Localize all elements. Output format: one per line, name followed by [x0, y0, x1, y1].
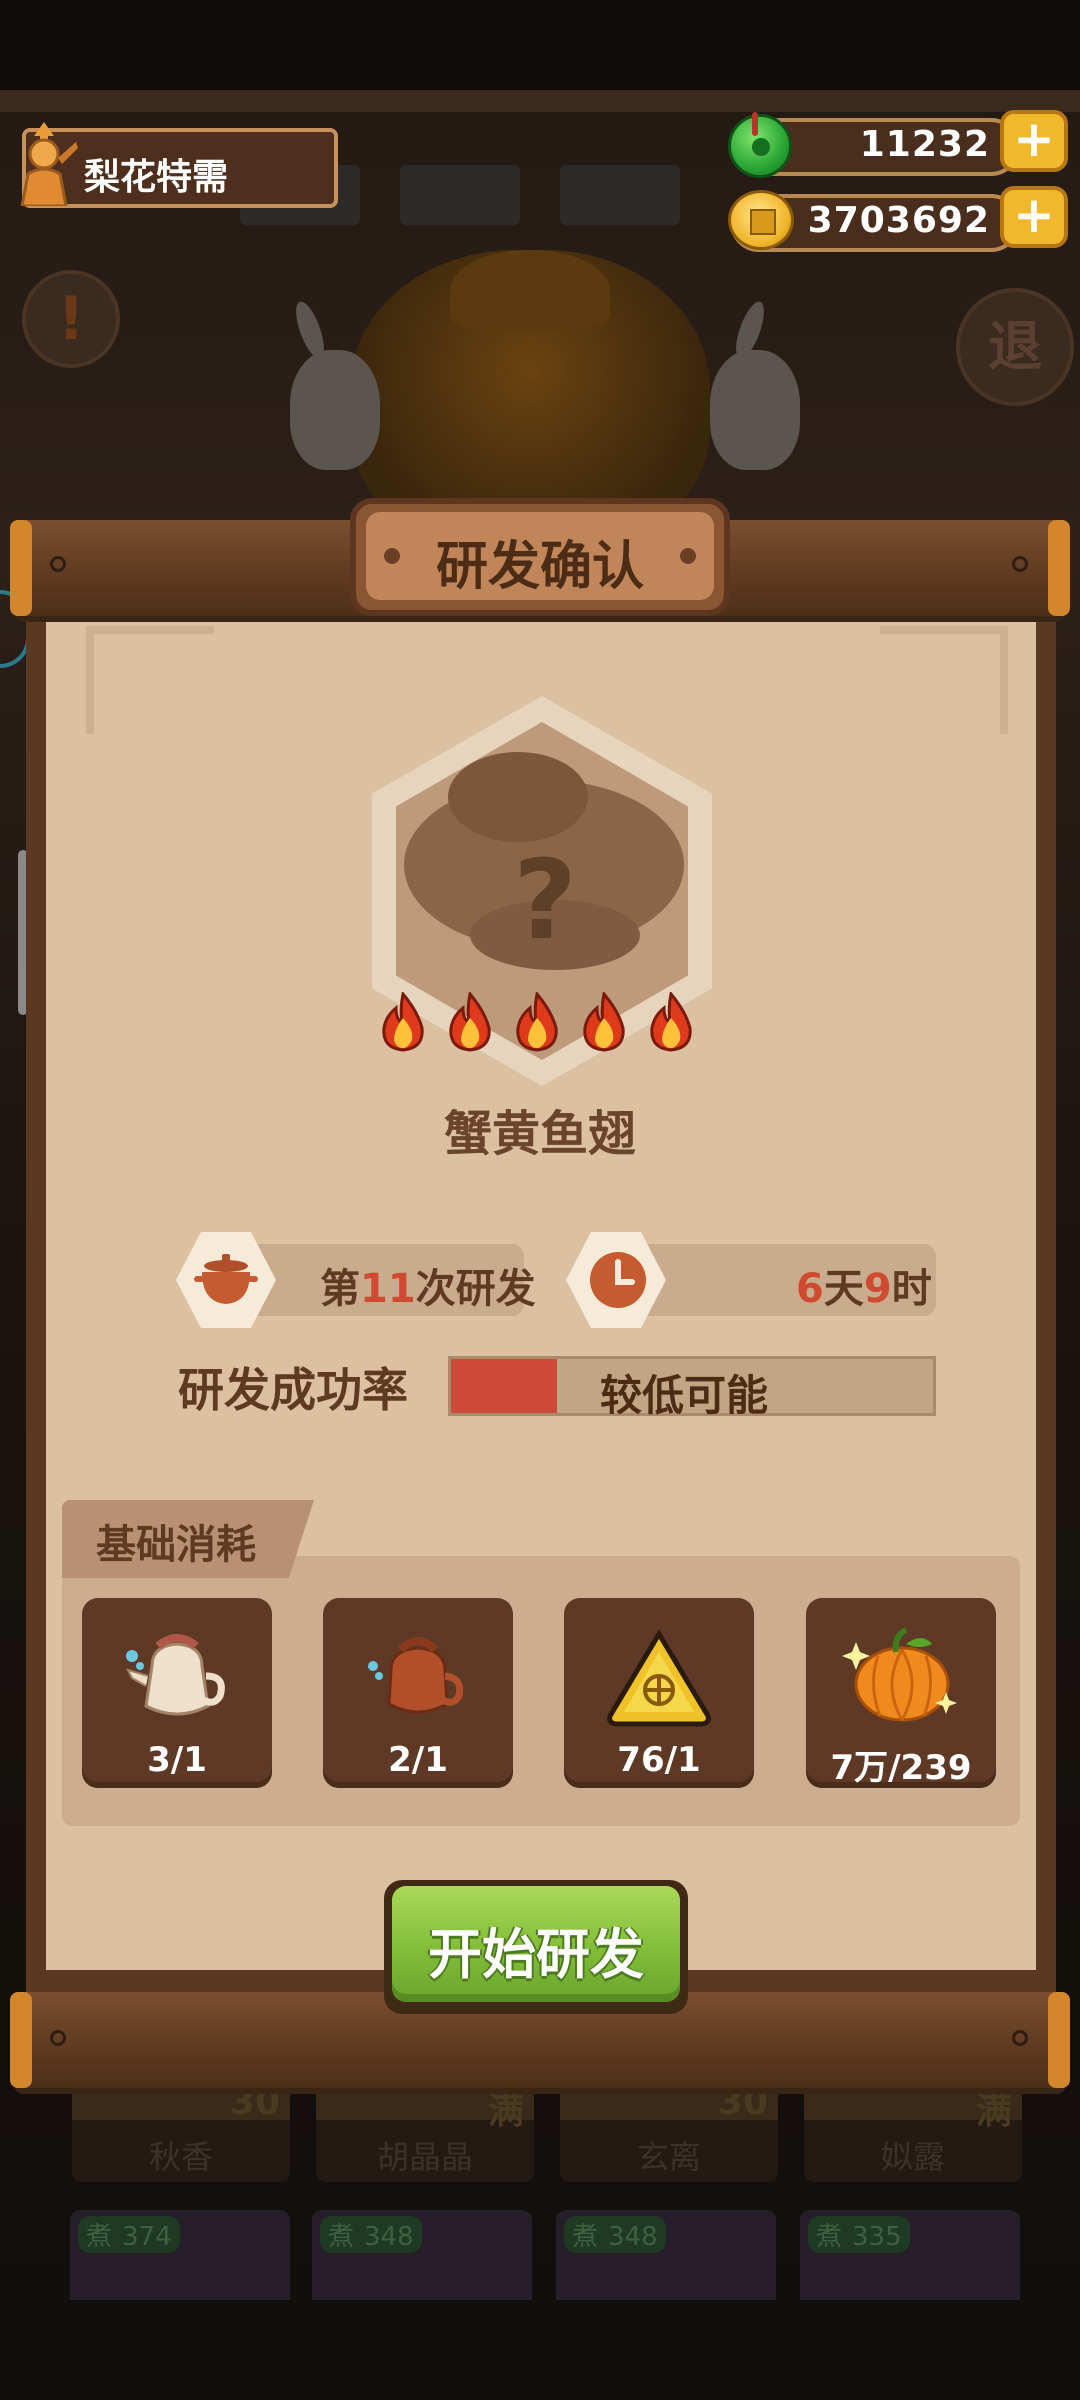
- dish-silhouette-top: [448, 752, 588, 842]
- bg-chef-level: 满: [975, 2091, 1012, 2132]
- dish-name: 蟹黄鱼翅: [443, 1106, 636, 1162]
- retreat-button[interactable]: 退: [956, 288, 1074, 406]
- flame-icon: [449, 992, 491, 1052]
- time-hours-unit: 时: [891, 1266, 932, 1312]
- bg-chef-name: 姒露: [880, 2138, 945, 2176]
- lattice-ornament-right: [880, 626, 1008, 734]
- bg-dish-chip: 煮 374: [78, 2216, 180, 2253]
- bg-dish-card[interactable]: 煮 335: [800, 2210, 1020, 2300]
- gold-triangle-token-icon: [607, 1629, 711, 1727]
- alert-button[interactable]: !: [22, 270, 120, 368]
- bg-dish-tag: 煮: [572, 2222, 599, 2252]
- rod-cap-right: [1048, 1992, 1070, 2088]
- success-rate-fill: [451, 1359, 557, 1413]
- bg-chef-level: 30: [229, 2082, 280, 2123]
- bg-pot-lid: [450, 250, 610, 330]
- rod-cap-left: [10, 1992, 32, 2088]
- success-rate-text: 较低可能: [600, 1371, 769, 1420]
- jade-hole: [752, 138, 770, 156]
- chef-trophy-icon: [20, 122, 78, 206]
- lattice-ornament-left: [86, 626, 214, 734]
- jade-string: [752, 112, 758, 136]
- bg-chef-name: 胡晶晶: [376, 2138, 473, 2176]
- bg-rabbit-left: [290, 350, 380, 470]
- cost-item[interactable]: 76/1: [564, 1598, 754, 1788]
- alert-icon: !: [57, 284, 85, 354]
- cost-qty: 7万/239: [830, 1748, 972, 1788]
- cost-title: 基础消耗: [96, 1522, 256, 1568]
- bg-dish-card[interactable]: 煮 374: [70, 2210, 290, 2300]
- cost-qty: 2/1: [388, 1740, 448, 1780]
- bg-dish-value: 374: [122, 2222, 172, 2252]
- bg-dish-value: 335: [852, 2222, 902, 2252]
- rod-nail: [1012, 556, 1028, 572]
- cost-item[interactable]: 7万/239: [806, 1598, 996, 1788]
- attempt-prefix: 第: [320, 1266, 360, 1312]
- cost-item[interactable]: 3/1: [82, 1598, 272, 1788]
- scene-roof-stripe: [0, 90, 1080, 112]
- bg-chef-level: 满: [487, 2091, 524, 2132]
- bg-dish-chip: 煮 348: [564, 2216, 666, 2253]
- bg-window: [560, 165, 680, 225]
- time-days: 6: [796, 1266, 824, 1312]
- clock-icon: [590, 1252, 646, 1308]
- bg-dish-chip: 煮 335: [808, 2216, 910, 2253]
- start-research-label: 开始研发: [428, 1923, 644, 1986]
- attempt-number: 11: [360, 1266, 416, 1312]
- flame-icon: [516, 992, 558, 1052]
- rod-cap-right: [1048, 520, 1070, 616]
- flame-icon: [583, 992, 625, 1052]
- success-rate-label: 研发成功率: [178, 1363, 408, 1417]
- bg-chef-card[interactable]: 30 秋香: [72, 2082, 290, 2182]
- rod-nail: [50, 2030, 66, 2046]
- bg-dish-tag: 煮: [86, 2222, 113, 2252]
- bg-dish-card[interactable]: 煮 348: [312, 2210, 532, 2300]
- time-days-unit: 天: [823, 1266, 864, 1312]
- clay-teapot-icon: [368, 1637, 464, 1714]
- bg-window: [400, 165, 520, 225]
- player-name: 梨花特需: [84, 157, 229, 198]
- cost-qty: 76/1: [617, 1740, 701, 1780]
- time-hours: 9: [863, 1266, 892, 1312]
- retreat-label: 退: [988, 315, 1042, 378]
- bg-chef-card[interactable]: 30 玄离: [560, 2082, 778, 2182]
- bg-rabbit-right: [710, 350, 800, 470]
- cost-item[interactable]: 2/1: [323, 1598, 513, 1788]
- bg-chef-name: 秋香: [148, 2138, 213, 2176]
- time-text: 6天9时: [796, 1256, 932, 1314]
- bg-chef-card[interactable]: 满姒露: [804, 2086, 1022, 2182]
- pumpkin-icon: [842, 1627, 957, 1722]
- add-coin-button[interactable]: +: [1000, 186, 1068, 248]
- rod-nail: [50, 556, 66, 572]
- add-jade-button[interactable]: +: [1000, 110, 1068, 172]
- rod-cap-left: [10, 520, 32, 616]
- bg-chef-name: 玄离: [636, 2138, 701, 2176]
- cost-qty: 3/1: [147, 1740, 207, 1780]
- bg-chef-level: 30: [717, 2082, 768, 2123]
- bg-dish-value: 348: [608, 2222, 658, 2252]
- rod-nail: [1012, 2030, 1028, 2046]
- bg-dish-value: 348: [364, 2222, 414, 2252]
- unknown-dish-mark: ?: [513, 836, 577, 964]
- flame-icon: [650, 992, 692, 1052]
- attempt-suffix: 次研发: [415, 1266, 536, 1312]
- attempt-text: 第11次研发: [320, 1256, 536, 1314]
- flame-icon: [382, 992, 424, 1052]
- white-teapot-icon: [126, 1634, 225, 1716]
- coin-hole: [750, 209, 776, 235]
- bg-chef-card[interactable]: 满胡晶晶: [316, 2086, 534, 2182]
- bg-dish-chip: 煮 348: [320, 2216, 422, 2253]
- dialog-title: 研发确认: [435, 537, 644, 597]
- bg-dish-tag: 煮: [816, 2222, 843, 2252]
- cooking-pot-icon: [194, 1254, 258, 1304]
- bg-dish-tag: 煮: [328, 2222, 355, 2252]
- bg-dish-card[interactable]: 煮 348: [556, 2210, 776, 2300]
